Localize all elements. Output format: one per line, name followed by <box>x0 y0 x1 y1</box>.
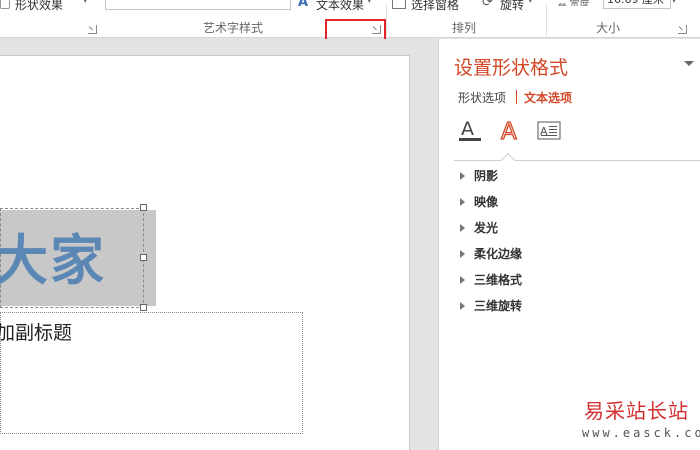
rotate-button[interactable]: 旋转 <box>500 0 524 13</box>
width-label-icon: ⇔ 宽度 <box>558 0 590 6</box>
watermark-title: 易采站长站 <box>584 399 689 423</box>
selection-pane-button[interactable]: 选择窗格 <box>411 0 459 13</box>
watermark-url: www.easck.com <box>582 426 700 440</box>
wordart-gallery[interactable] <box>105 0 291 10</box>
tab-shape-options[interactable]: 形状选项 <box>458 89 506 106</box>
expand-triangle-icon <box>460 171 465 180</box>
chevron-down-icon[interactable]: ▾ <box>528 0 533 6</box>
pane-title: 设置形状格式 <box>454 57 569 79</box>
arrange-group-label: 排列 <box>452 21 477 35</box>
section-glow[interactable]: 发光 <box>460 219 498 236</box>
pane-options-chevron-icon[interactable] <box>684 61 694 66</box>
svg-text:A: A <box>540 125 548 138</box>
expand-triangle-icon <box>460 301 465 310</box>
resize-handle[interactable] <box>140 204 147 211</box>
dialog-launcher-icon[interactable] <box>88 25 97 34</box>
resize-handle[interactable] <box>140 304 147 311</box>
text-effects-button[interactable]: 文本效果 <box>316 0 364 13</box>
width-input[interactable]: 16.69 厘米 <box>603 0 671 9</box>
divider <box>546 4 547 36</box>
expand-triangle-icon <box>460 223 465 232</box>
expand-triangle-icon <box>460 197 465 206</box>
expand-triangle-icon <box>460 275 465 284</box>
section-reflection[interactable]: 映像 <box>460 193 498 210</box>
size-group-label: 大小 <box>596 21 621 35</box>
text-effects-icon[interactable]: A <box>298 0 308 10</box>
section-3d-rotation[interactable]: 三维旋转 <box>460 297 522 314</box>
svg-text:A: A <box>461 118 474 140</box>
wordart-styles-group-label: 艺术字样式 <box>203 21 264 35</box>
svg-text:A: A <box>501 119 517 145</box>
text-effects-icon[interactable]: A <box>495 117 525 145</box>
size-dialog-launcher-icon[interactable] <box>678 25 687 34</box>
section-shadow[interactable]: 阴影 <box>460 167 498 184</box>
shape-effects-icon[interactable] <box>0 0 10 9</box>
text-fill-outline-icon[interactable]: A <box>456 117 486 145</box>
section-soft-edges[interactable]: 柔化边缘 <box>460 245 522 262</box>
title-text[interactable]: 大家 <box>0 216 106 295</box>
resize-handle[interactable] <box>140 254 147 261</box>
tab-text-options[interactable]: 文本选项 <box>524 89 572 106</box>
expand-triangle-icon <box>460 249 465 258</box>
text-box-icon[interactable]: A <box>535 117 565 145</box>
rotate-icon[interactable]: ⟳ <box>482 0 493 10</box>
subtitle-text[interactable]: 加副标题 <box>0 318 72 345</box>
section-3d-format[interactable]: 三维格式 <box>460 271 522 288</box>
shape-effects-button[interactable]: 形状效果 <box>15 0 63 13</box>
pane-divider <box>454 160 700 161</box>
chevron-down-icon[interactable]: ▾ <box>367 0 372 6</box>
format-shape-pane: 设置形状格式 形状选项 文本选项 A A A 阴影 映像 发光 柔化边缘 三维格… <box>438 39 700 450</box>
selection-pane-icon[interactable] <box>392 0 406 9</box>
slide-editor: 大家 加副标题 <box>0 39 438 450</box>
divider <box>386 4 387 36</box>
tab-divider <box>516 90 517 104</box>
selected-tab-indicator <box>500 152 516 168</box>
chevron-down-icon[interactable]: ▾ <box>83 0 88 6</box>
spinner-icon[interactable]: ▾ <box>672 0 676 5</box>
slide-canvas[interactable]: 大家 加副标题 <box>0 55 410 450</box>
